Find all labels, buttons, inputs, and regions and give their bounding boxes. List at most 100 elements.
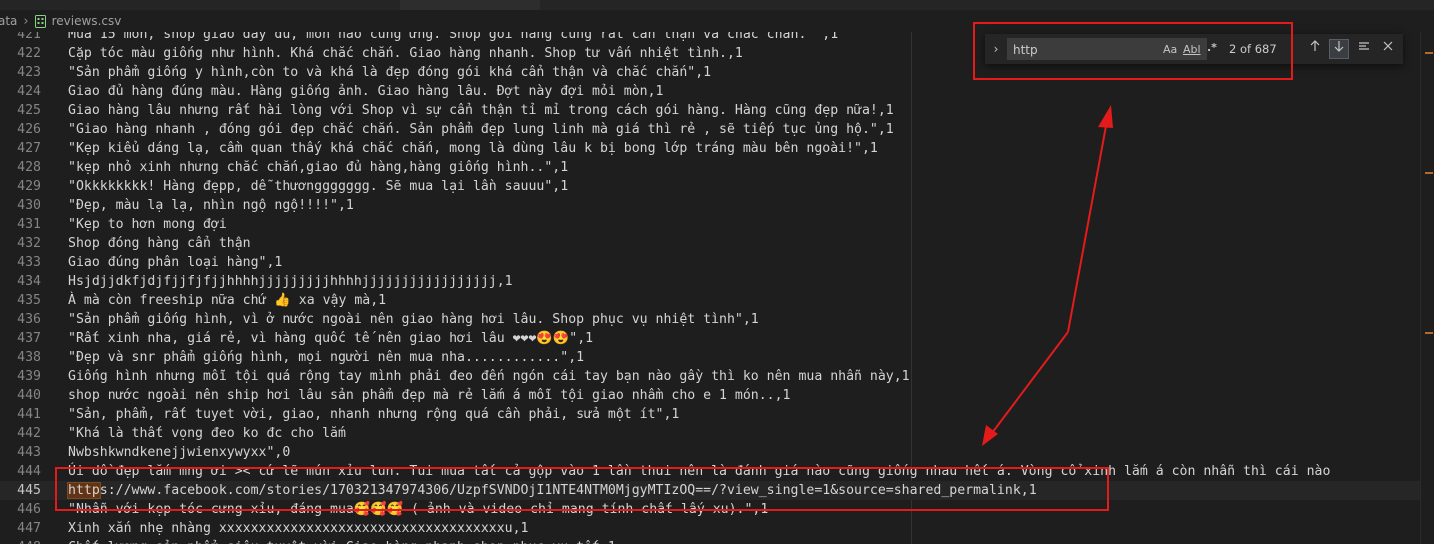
line-number: 428 (17, 160, 41, 175)
editor-line[interactable]: 433 Giao đúng phân loại hàng",1 (0, 253, 1420, 272)
line-number: 422 (17, 46, 41, 61)
line-number: 426 (17, 122, 41, 137)
line-text: "Okkkkkkkk! Hàng đẹpp, dễ thươnggggggg. … (68, 179, 569, 194)
editor-line[interactable]: 440 shop nước ngoài nên ship hơi lâu sản … (0, 386, 1420, 405)
line-number: 423 (17, 65, 41, 80)
editor-line[interactable]: 443 Nwbshkwndkenejjwienxywyxx",0 (0, 443, 1420, 462)
line-number: 432 (17, 236, 41, 251)
line-text: "Sản phẩm giống y hình,còn to và khá là … (68, 65, 712, 80)
line-number: 445 (17, 483, 41, 498)
line-number: 429 (17, 179, 41, 194)
line-number: 447 (17, 521, 41, 536)
line-number: 434 (17, 274, 41, 289)
line-number: 441 (17, 407, 41, 422)
editor-line[interactable]: 445 https://www.facebook.com/stories/1703… (0, 481, 1420, 500)
line-text: "Nhẫn với kẹp tóc cưng xỉu, đáng mua🥰🥰🥰 … (68, 502, 769, 517)
find-widget: › Aa Abl .* 2 of 687 (985, 34, 1403, 64)
editor-line[interactable]: 424 Giao đủ hàng đúng màu. Hàng giống ảnh… (0, 82, 1420, 101)
editor-line[interactable]: 426 "Giao hàng nhanh , đóng gói đẹp chắc … (0, 120, 1420, 139)
line-text: Giống hình nhưng mỗi tội quá rộng tay mì… (68, 369, 910, 384)
line-text: "Giao hàng nhanh , đóng gói đẹp chắc chắ… (68, 122, 894, 137)
line-text: "Kẹp to hơn mong đợi (68, 217, 227, 232)
whole-word-toggle[interactable]: Abl (1183, 42, 1201, 58)
line-number: 433 (17, 255, 41, 270)
close-icon[interactable] (1379, 40, 1397, 58)
editor-line[interactable]: 437 "Rất xinh nha, giá rẻ, vì hàng quốc t… (0, 329, 1420, 348)
editor-line[interactable]: 439 Giống hình nhưng mỗi tội quá rộng tay… (0, 367, 1420, 386)
line-number: 431 (17, 217, 41, 232)
line-number: 421 (17, 32, 41, 42)
line-text: https://www.facebook.com/stories/1703213… (67, 482, 1037, 499)
editor-line[interactable]: 435 À mà còn freeship nữa chứ 👍 xa vậy mà… (0, 291, 1420, 310)
line-number: 440 (17, 388, 41, 403)
editor-line[interactable]: 430 "Đẹp, màu lạ lạ, nhìn ngộ ngộ!!!!",1 (0, 196, 1420, 215)
line-text: "Sản phẩm giống hình, vì ở nước ngoài nê… (68, 312, 759, 327)
active-tab[interactable] (400, 0, 540, 10)
line-text: Mua 15 món, shop giao đầy đủ, món nào cũ… (68, 32, 839, 42)
tab-bar (0, 0, 1434, 10)
editor-line[interactable]: 434 Hsjdjjdkfjdjfjjfjfjjhhhhjjjjjjjjjhhhh… (0, 272, 1420, 291)
line-text: Nwbshkwndkenejjwienxywyxx",0 (68, 445, 291, 460)
editor-line[interactable]: 427 "Kẹp kiểu dáng lạ, cầm quan thấy khá … (0, 139, 1420, 158)
breadcrumb-separator: › (23, 13, 29, 29)
editor-line[interactable]: 436 "Sản phẩm giống hình, vì ở nước ngoài… (0, 310, 1420, 329)
line-text: Chất lượng sản phẩm siêu tuyệt vời Giao … (68, 538, 616, 544)
line-text: Cặp tóc màu giống như hình. Khá chắc chắ… (68, 46, 743, 61)
arrow-up-icon[interactable] (1306, 40, 1324, 58)
line-text: "Đẹp, màu lạ lạ, nhìn ngộ ngộ!!!!",1 (68, 198, 354, 213)
line-text: Giao đúng phân loại hàng",1 (68, 255, 283, 270)
arrow-down-icon[interactable] (1329, 39, 1349, 59)
line-number: 439 (17, 369, 41, 384)
editor-line[interactable]: 448 Chất lượng sản phẩm siêu tuyệt vời Gi… (0, 538, 1420, 544)
chevron-right-icon[interactable]: › (989, 42, 1003, 56)
line-number: 425 (17, 103, 41, 118)
line-number: 435 (17, 293, 41, 308)
line-text: "Kẹp kiểu dáng lạ, cầm quan thấy khá chắ… (68, 141, 878, 156)
line-text: "Rất xinh nha, giá rẻ, vì hàng quốc tế n… (68, 331, 594, 346)
editor-line[interactable]: 428 "kẹp nhỏ xinh nhưng chắc chắn,giao đủ… (0, 158, 1420, 177)
editor-line[interactable]: 432 Shop đóng hàng cẩn thận (0, 234, 1420, 253)
line-text: "Đẹp và snr phẩm giống hình, mọi người n… (68, 350, 585, 365)
line-number: 443 (17, 445, 41, 460)
line-text: Giao đủ hàng đúng màu. Hàng giống ảnh. G… (68, 84, 664, 99)
line-text: À mà còn freeship nữa chứ 👍 xa vậy mà,1 (68, 293, 387, 308)
breadcrumb-folder[interactable]: ata (0, 14, 17, 28)
line-text: "kẹp nhỏ xinh nhưng chắc chắn,giao đủ hà… (68, 160, 569, 175)
breadcrumb-file[interactable]: reviews.csv (52, 14, 122, 28)
editor-text-area[interactable]: 421 Mua 15 món, shop giao đầy đủ, món nà… (0, 32, 1420, 544)
find-input[interactable] (1011, 40, 1155, 60)
line-text: Hsjdjjdkfjdjfjjfjfjjhhhhjjjjjjjjjhhhhjjj… (68, 274, 513, 289)
editor-line[interactable]: 444 Úi dồ đẹp lắm mng ơi >< cứ lẽ mún xỉu… (0, 462, 1420, 481)
vertical-scrollbar[interactable] (1420, 32, 1434, 544)
editor-line[interactable]: 423 "Sản phẩm giống y hình,còn to và khá … (0, 63, 1420, 82)
line-text: shop nước ngoài nên ship hơi lâu sản phẩ… (68, 388, 791, 403)
line-number: 430 (17, 198, 41, 213)
scrollbar-match-marker (1425, 172, 1433, 174)
line-number: 446 (17, 502, 41, 517)
line-text: "Khá là thất vọng đeo ko đc cho lắm (68, 426, 346, 441)
editor-line[interactable]: 429 "Okkkkkkkk! Hàng đẹpp, dễ thươngggggg… (0, 177, 1420, 196)
search-match-highlight: http (67, 482, 101, 499)
match-count: 2 of 687 (1229, 42, 1277, 56)
find-in-selection-icon[interactable] (1355, 40, 1373, 58)
editor-line[interactable]: 431 "Kẹp to hơn mong đợi (0, 215, 1420, 234)
editor-line[interactable]: 442 "Khá là thất vọng đeo ko đc cho lắm (0, 424, 1420, 443)
line-text: "Sản, phẩm, rất tuyet vời, giao, nhanh n… (68, 407, 680, 422)
line-text: Úi dồ đẹp lắm mng ơi >< cứ lẽ mún xỉu lu… (68, 464, 1331, 479)
line-number: 437 (17, 331, 41, 346)
editor-line[interactable]: 441 "Sản, phẩm, rất tuyet vời, giao, nhan… (0, 405, 1420, 424)
line-number: 427 (17, 141, 41, 156)
editor-line[interactable]: 438 "Đẹp và snr phẩm giống hình, mọi ngườ… (0, 348, 1420, 367)
line-number: 442 (17, 426, 41, 441)
editor-line[interactable]: 425 Giao hàng lâu nhưng rất hài lòng với … (0, 101, 1420, 120)
csv-file-icon (34, 14, 46, 28)
line-number: 438 (17, 350, 41, 365)
editor-line[interactable]: 447 Xinh xắn nhẹ nhàng xxxxxxxxxxxxxxxxxx… (0, 519, 1420, 538)
line-text: Giao hàng lâu nhưng rất hài lòng với Sho… (68, 103, 894, 118)
line-text: Xinh xắn nhẹ nhàng xxxxxxxxxxxxxxxxxxxxx… (68, 521, 529, 536)
regex-toggle[interactable]: .* (1207, 40, 1217, 56)
match-case-toggle[interactable]: Aa (1163, 42, 1177, 58)
breadcrumb: ata › reviews.csv (0, 10, 1434, 32)
scrollbar-match-marker (1425, 332, 1433, 334)
editor-line[interactable]: 446 "Nhẫn với kẹp tóc cưng xỉu, đáng mua🥰… (0, 500, 1420, 519)
